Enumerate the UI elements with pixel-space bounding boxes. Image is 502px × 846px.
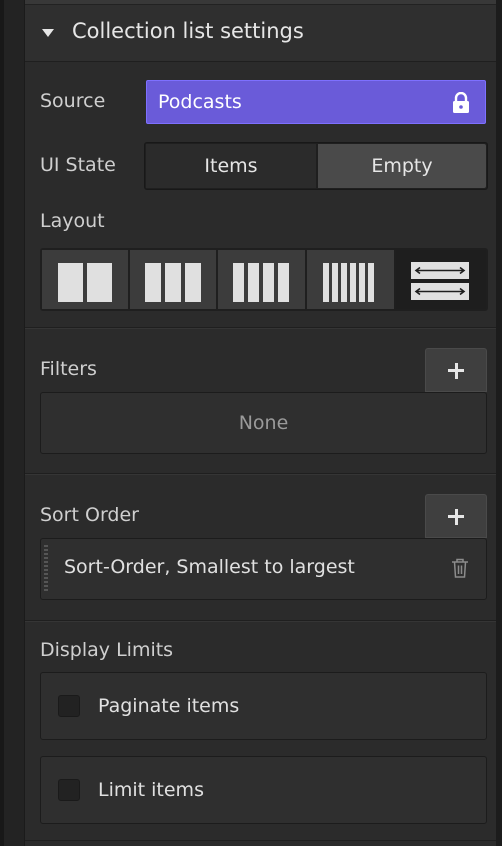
section-divider	[25, 474, 496, 475]
layout-4-columns-button[interactable]	[218, 250, 305, 309]
add-sort-button[interactable]	[425, 494, 487, 538]
ui-state-segmented-control: Items Empty	[144, 142, 488, 190]
column-icon	[278, 263, 289, 302]
column-icon	[359, 263, 365, 302]
limit-items-label: Limit items	[98, 779, 204, 801]
source-select[interactable]: Podcasts	[146, 80, 486, 124]
full-width-icon	[411, 262, 469, 300]
column-icon	[233, 263, 244, 302]
column-icon	[248, 263, 259, 302]
layout-options	[40, 248, 488, 311]
column-icon	[263, 263, 274, 302]
lock-icon	[453, 92, 469, 113]
column-icon	[58, 263, 83, 302]
layout-full-width-button[interactable]	[396, 250, 486, 309]
paginate-items-option[interactable]: Paginate items	[40, 672, 487, 740]
sort-order-item[interactable]: Sort-Order, Smallest to largest	[40, 538, 487, 600]
panel-gutter	[4, 0, 25, 846]
layout-label: Layout	[40, 210, 105, 232]
section-divider	[25, 621, 496, 622]
column-icon	[145, 263, 161, 302]
column-icon	[332, 263, 338, 302]
filters-list: None	[40, 392, 487, 454]
section-header[interactable]: Collection list settings	[25, 5, 496, 62]
ui-state-label: UI State	[40, 154, 116, 176]
limit-items-option[interactable]: Limit items	[40, 756, 487, 824]
ui-state-empty-button[interactable]: Empty	[318, 144, 486, 188]
column-icon	[350, 263, 356, 302]
paginate-items-checkbox[interactable]	[58, 695, 80, 717]
layout-6-columns-button[interactable]	[307, 250, 394, 309]
layout-3-columns-button[interactable]	[130, 250, 216, 309]
collapse-caret-icon[interactable]	[42, 29, 54, 37]
filters-label: Filters	[40, 358, 97, 380]
layout-2-columns-button[interactable]	[42, 250, 128, 309]
add-filter-button[interactable]	[425, 348, 487, 392]
column-icon	[323, 263, 329, 302]
limit-items-checkbox[interactable]	[58, 779, 80, 801]
sort-order-label: Sort Order	[40, 504, 139, 526]
section-title: Collection list settings	[72, 19, 304, 43]
column-icon	[165, 263, 181, 302]
source-value: Podcasts	[158, 91, 242, 113]
section-divider	[25, 328, 496, 329]
plus-icon	[454, 363, 458, 379]
column-icon	[185, 263, 201, 302]
filters-empty-text: None	[238, 412, 289, 434]
trash-icon[interactable]	[452, 558, 468, 578]
ui-state-items-button[interactable]: Items	[146, 144, 316, 188]
column-icon	[341, 263, 347, 302]
paginate-items-label: Paginate items	[98, 695, 240, 717]
column-icon	[368, 263, 374, 302]
plus-icon	[454, 509, 458, 525]
collection-settings-panel: Collection list settings Source Podcasts…	[25, 0, 496, 846]
drag-handle-icon[interactable]	[44, 545, 48, 593]
sort-order-item-label: Sort-Order, Smallest to largest	[64, 556, 355, 578]
source-label: Source	[40, 90, 106, 112]
column-icon	[87, 263, 112, 302]
section-divider	[25, 840, 496, 841]
display-limits-label: Display Limits	[40, 639, 174, 661]
scrollbar-track[interactable]	[496, 0, 502, 846]
